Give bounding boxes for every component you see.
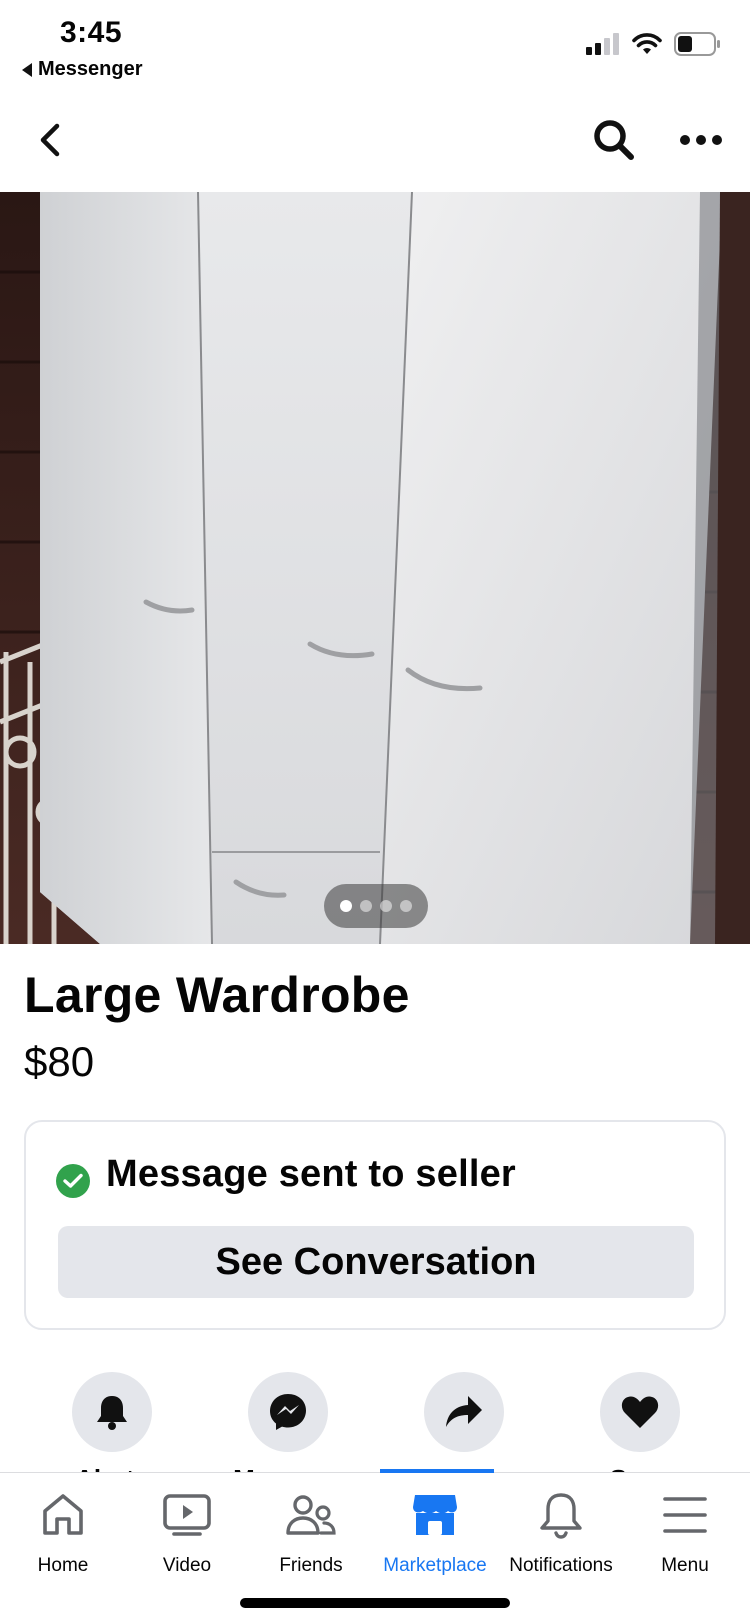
listing-nav-bar [0, 100, 750, 186]
messenger-icon [270, 1394, 306, 1430]
tab-home[interactable]: Home [0, 1487, 126, 1577]
listing-actions: Alerts Message Share Save [0, 1372, 750, 1494]
tab-video[interactable]: Video [124, 1487, 250, 1577]
pager-dot-active [340, 900, 352, 912]
system-icons [586, 32, 722, 56]
check-circle-icon [56, 1164, 90, 1198]
tab-menu[interactable]: Menu [622, 1487, 748, 1577]
listing-title: Large Wardrobe [24, 967, 410, 1023]
message-sent-card: Message sent to seller See Conversation [24, 1120, 726, 1330]
back-chevron-icon [40, 123, 60, 157]
save-button[interactable] [600, 1372, 680, 1452]
wardrobe-photo [0, 192, 750, 944]
marketplace-icon [407, 1487, 463, 1543]
back-to-app-link[interactable]: Messenger [22, 58, 143, 81]
home-indicator[interactable] [240, 1598, 510, 1608]
tab-video-label: Video [162, 1555, 212, 1576]
friends-icon [283, 1487, 339, 1543]
message-status-text: Message sent to seller [106, 1152, 516, 1195]
more-options-button[interactable] [676, 116, 726, 164]
bell-icon [97, 1396, 127, 1430]
search-icon [594, 120, 634, 160]
tab-friends[interactable]: Friends [248, 1487, 374, 1577]
status-time: 3:45 [60, 16, 123, 49]
listing-price: $80 [24, 1038, 95, 1085]
search-button[interactable] [590, 116, 638, 164]
back-triangle-icon [22, 62, 32, 77]
back-button[interactable] [30, 116, 70, 164]
home-icon [35, 1487, 91, 1543]
tab-notifications[interactable]: Notifications [498, 1487, 624, 1577]
bell-outline-icon [533, 1487, 589, 1543]
listing-photo[interactable] [0, 192, 750, 944]
pager-dot [360, 900, 372, 912]
cellular-signal-icon [586, 33, 619, 55]
see-conversation-button[interactable]: See Conversation [58, 1226, 694, 1298]
tab-marketplace[interactable]: Marketplace [372, 1487, 498, 1577]
tab-home-label: Home [37, 1555, 89, 1576]
more-icon [680, 135, 722, 145]
battery-icon [674, 32, 720, 56]
pager-dot [400, 900, 412, 912]
tab-menu-label: Menu [661, 1555, 709, 1576]
heart-icon [621, 1396, 659, 1428]
message-button[interactable] [248, 1372, 328, 1452]
tab-notifications-label: Notifications [509, 1555, 613, 1576]
back-app-label: Messenger [38, 58, 143, 80]
hamburger-menu-icon [657, 1487, 713, 1543]
tab-marketplace-label: Marketplace [383, 1555, 487, 1576]
active-tab-indicator [380, 1469, 494, 1473]
status-bar: 3:45 Messenger [0, 0, 750, 90]
video-icon [159, 1487, 215, 1543]
photo-pager[interactable] [324, 884, 428, 928]
share-button[interactable] [424, 1372, 504, 1452]
pager-dot [380, 900, 392, 912]
tab-friends-label: Friends [279, 1555, 343, 1576]
share-icon [446, 1396, 482, 1427]
wifi-icon [632, 33, 662, 54]
alerts-button[interactable] [72, 1372, 152, 1452]
message-status-row: Message sent to seller [56, 1150, 516, 1198]
